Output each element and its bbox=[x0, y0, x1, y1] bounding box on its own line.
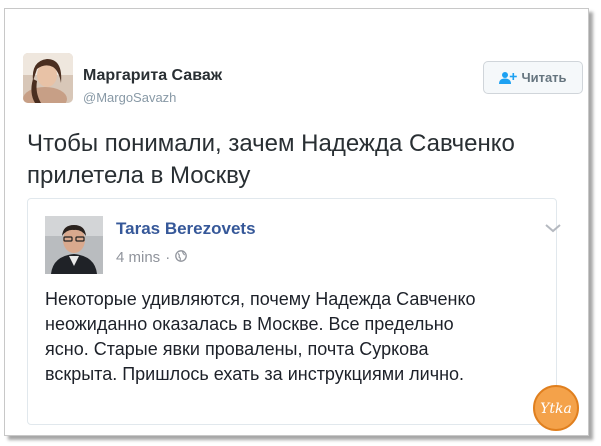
globe-icon bbox=[175, 249, 188, 266]
watermark-logo: Ytka bbox=[532, 384, 580, 432]
meta-separator: · bbox=[165, 249, 171, 266]
post-time[interactable]: 4 mins bbox=[116, 249, 160, 266]
chevron-down-icon[interactable] bbox=[544, 221, 562, 235]
svg-text:Ytka: Ytka bbox=[540, 401, 572, 417]
author-handle[interactable]: @MargoSavazh bbox=[83, 90, 176, 105]
quoted-author-name[interactable]: Taras Berezovets bbox=[116, 219, 256, 239]
add-user-icon bbox=[499, 71, 518, 85]
author-name[interactable]: Маргарита Саваж bbox=[83, 67, 222, 85]
follow-button[interactable]: Читать bbox=[483, 61, 583, 94]
quoted-author-avatar[interactable] bbox=[45, 216, 103, 274]
quoted-post-text: Некоторые удивляются, почему Надежда Сав… bbox=[45, 289, 476, 384]
post-meta: 4 mins · bbox=[116, 249, 188, 266]
quoted-post[interactable]: Taras Berezovets 4 mins · Некоторые удив… bbox=[27, 198, 561, 425]
follow-label: Читать bbox=[521, 70, 567, 85]
tweet-card: Маргарита Саваж @MargoSavazh Читать Чтоб… bbox=[4, 8, 589, 436]
tweet-text: Чтобы понимали, зачем Надежда Савченко п… bbox=[27, 130, 515, 189]
author-avatar[interactable] bbox=[23, 53, 73, 103]
